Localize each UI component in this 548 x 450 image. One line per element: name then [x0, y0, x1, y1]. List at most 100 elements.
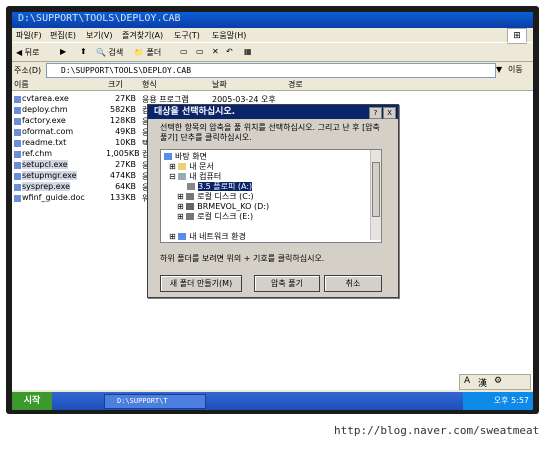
up-icon[interactable]: ⬆: [80, 47, 87, 56]
go-button[interactable]: 이동: [508, 63, 532, 77]
hanja-icon[interactable]: 漢: [478, 376, 487, 389]
folder-icon: [178, 163, 187, 170]
file-icon: [14, 151, 21, 158]
file-size: 128KB: [109, 116, 136, 125]
new-folder-button[interactable]: 새 폴더 만들기(M): [160, 275, 242, 292]
address-bar: 주소(D) D:\SUPPORT\TOOLS\DEPLOY.CAB ▼ 이동: [12, 62, 533, 78]
help-button[interactable]: ?: [369, 107, 382, 119]
window-title: D:\SUPPORT\TOOLS\DEPLOY.CAB: [18, 13, 181, 24]
tree-network[interactable]: ⊞ 내 네트워크 환경: [169, 232, 246, 242]
tree-mycomputer[interactable]: ⊟ 내 컴퓨터: [169, 172, 221, 182]
folders-label: 폴더: [146, 48, 162, 57]
file-icon: [14, 162, 21, 169]
browse-folder-dialog: 대상을 선택하십시오. ? X 선택한 항목의 압축을 풀 위치를 선택하십시오…: [147, 104, 399, 298]
file-size: 10KB: [115, 138, 136, 147]
file-size: 27KB: [115, 160, 136, 169]
cancel-button[interactable]: 취소: [324, 275, 382, 292]
file-size: 582KB: [109, 105, 136, 114]
menu-file[interactable]: 파일(F): [16, 30, 42, 41]
dialog-description: 선택한 항목의 압축을 풀 위치를 선택하십시오. 그리고 난 후 [압축 풀기…: [160, 123, 380, 142]
file-icon: [14, 195, 21, 202]
toolbar: ◀ 뒤로 ▶ ⬆ 🔍 검색 📁 폴더 ▭ ▭ ✕ ↶ ▦: [12, 42, 533, 62]
file-name: oformat.com: [22, 127, 74, 136]
delete-icon[interactable]: ✕: [212, 47, 219, 56]
lang-mode[interactable]: A: [464, 376, 470, 386]
col-path[interactable]: 경로: [288, 79, 303, 90]
address-input[interactable]: D:\SUPPORT\TOOLS\DEPLOY.CAB: [46, 63, 496, 78]
tree-network-label: 내 네트워크 환경: [189, 232, 246, 241]
address-label: 주소(D): [14, 66, 42, 75]
tree-mydocs[interactable]: ⊞ 내 문서: [169, 162, 214, 172]
tree-drive-c[interactable]: ⊞ 로컬 디스크 (C:): [177, 192, 254, 202]
tree-scrollbar[interactable]: [370, 150, 381, 240]
clock: 오후 5:57: [463, 392, 533, 410]
back-button[interactable]: ◀ 뒤로: [16, 47, 39, 58]
settings-icon[interactable]: ⚙: [494, 376, 502, 386]
tree-drive-c-label: 로컬 디스크 (C:): [197, 192, 254, 201]
file-size: 1,005KB: [106, 149, 140, 158]
menu-bar: 파일(F) 편집(E) 보기(V) 즐겨찾기(A) 도구(T) 도움말(H): [12, 28, 533, 42]
file-name: readme.txt: [22, 138, 67, 147]
file-name: factory.exe: [22, 116, 66, 125]
move-icon[interactable]: ▭: [180, 47, 188, 56]
close-button[interactable]: X: [383, 107, 396, 119]
tree-mydocs-label: 내 문서: [189, 162, 214, 171]
search-label: 검색: [108, 48, 124, 57]
watermark-url: http://blog.naver.com/sweatmeat: [334, 424, 540, 437]
folder-tree: 바탕 화면 ⊞ 내 문서 ⊟ 내 컴퓨터 3.5 플로피 (A:) ⊞ 로컬 디…: [160, 149, 382, 243]
tree-desktop[interactable]: 바탕 화면: [164, 152, 207, 162]
drive-icon: [186, 213, 195, 220]
extract-button[interactable]: 압축 풀기: [254, 275, 320, 292]
tree-drive-a-label: 3.5 플로피 (A:): [198, 182, 253, 191]
language-bar: A 漢 ⚙: [459, 374, 531, 390]
tree-drive-e-label: 로컬 디스크 (E:): [197, 212, 254, 221]
file-icon: [14, 184, 21, 191]
back-label: 뒤로: [24, 48, 40, 57]
tree-drive-a[interactable]: 3.5 플로피 (A:): [187, 182, 253, 192]
taskbar: 시작 D:\SUPPORT\T 오후 5:57: [12, 392, 533, 410]
undo-icon[interactable]: ↶: [226, 47, 233, 56]
drive-icon: [186, 193, 195, 200]
forward-button[interactable]: ▶: [60, 47, 66, 56]
file-name: sysprep.exe: [22, 182, 70, 191]
cdrom-icon: [186, 203, 195, 210]
start-button[interactable]: 시작: [12, 392, 52, 410]
tree-mycomputer-label: 내 컴퓨터: [189, 172, 222, 181]
scroll-thumb[interactable]: [372, 162, 380, 217]
file-icon: [14, 140, 21, 147]
dialog-title: 대상을 선택하십시오.: [148, 105, 398, 119]
floppy-icon: [187, 183, 195, 190]
file-icon: [14, 173, 21, 180]
file-size: 64KB: [115, 182, 136, 191]
folders-button[interactable]: 📁 폴더: [134, 47, 161, 58]
menu-help[interactable]: 도움말(H): [212, 30, 246, 41]
col-date[interactable]: 날짜: [212, 79, 227, 90]
file-icon: [14, 118, 21, 125]
address-dropdown-icon[interactable]: ▼: [496, 65, 502, 74]
file-icon: [14, 107, 21, 114]
menu-tools[interactable]: 도구(T): [174, 30, 200, 41]
views-icon[interactable]: ▦: [244, 47, 252, 56]
tree-drive-d[interactable]: ⊞ BRMEVOL_KO (D:): [177, 202, 269, 212]
file-name: wfinf_guide.doc: [22, 193, 85, 202]
menu-favorites[interactable]: 즐겨찾기(A): [122, 30, 163, 41]
file-name: setupcl.exe: [22, 160, 68, 169]
file-size: 474KB: [109, 171, 136, 180]
col-type[interactable]: 형식: [142, 79, 157, 90]
file-name: ref.chm: [22, 149, 53, 158]
menu-view[interactable]: 보기(V): [86, 30, 112, 41]
col-size[interactable]: 크기: [108, 79, 123, 90]
copy-icon[interactable]: ▭: [196, 47, 204, 56]
file-name: setupmgr.exe: [22, 171, 77, 180]
menu-edit[interactable]: 편집(E): [50, 30, 76, 41]
tree-desktop-label: 바탕 화면: [175, 152, 207, 161]
tree-drive-e[interactable]: ⊞ 로컬 디스크 (E:): [177, 212, 253, 222]
col-name[interactable]: 이름: [14, 79, 29, 90]
desktop-icon: [164, 153, 172, 160]
column-headers: 이름 크기 형식 날짜 경로: [12, 78, 533, 91]
taskbar-explorer-button[interactable]: D:\SUPPORT\T: [104, 394, 206, 409]
file-size: 133KB: [109, 193, 136, 202]
file-size: 49KB: [115, 127, 136, 136]
file-icon: [14, 129, 21, 136]
search-button[interactable]: 🔍 검색: [96, 47, 123, 58]
